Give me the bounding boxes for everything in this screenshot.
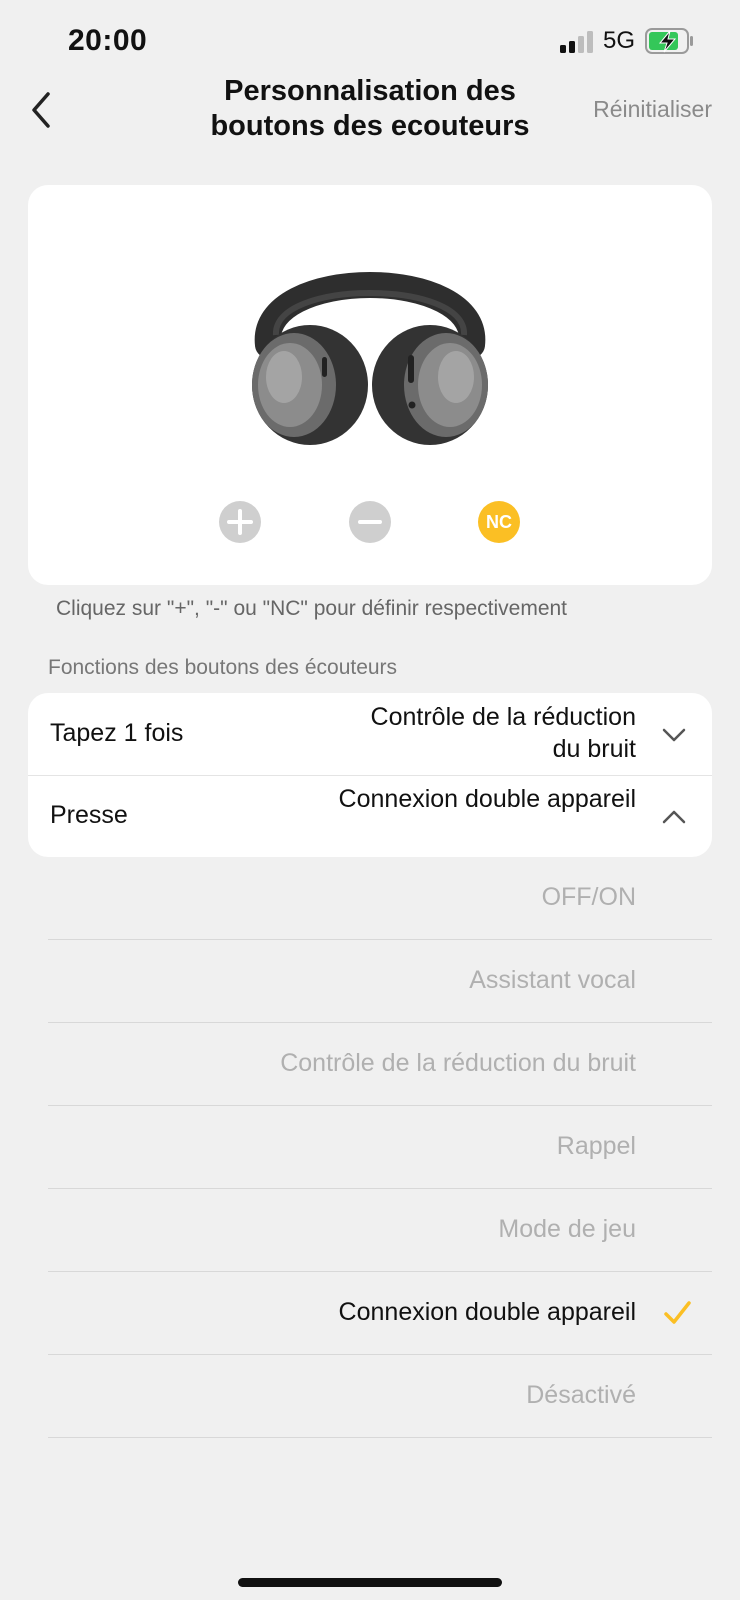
option-disabled[interactable]: Désactivé xyxy=(48,1355,712,1438)
option-noise-control[interactable]: Contrôle de la réduction du bruit xyxy=(48,1023,712,1106)
signal-bars-icon xyxy=(560,31,593,53)
option-game-mode[interactable]: Mode de jeu xyxy=(48,1189,712,1272)
function-value: Contrôle de la réduction du bruit xyxy=(370,703,636,763)
function-name: Presse xyxy=(50,801,128,829)
chevron-up-icon xyxy=(662,810,686,824)
function-name: Tapez 1 fois xyxy=(50,719,184,747)
page-title: Personnalisation des boutons des ecouteu… xyxy=(210,75,530,142)
function-row-tap-once[interactable]: Tapez 1 fois Contrôle de la réduction du… xyxy=(28,693,712,776)
option-label: Contrôle de la réduction du bruit xyxy=(280,1049,636,1077)
product-card: NC xyxy=(28,185,712,585)
option-label: Assistant vocal xyxy=(469,966,636,994)
option-dual-device[interactable]: Connexion double appareil xyxy=(48,1272,712,1355)
options-list: OFF/ON Assistant vocal Contrôle de la ré… xyxy=(48,857,712,1438)
section-label: Fonctions des boutons des écouteurs xyxy=(48,656,398,679)
option-label: Mode de jeu xyxy=(498,1215,636,1243)
home-indicator xyxy=(238,1578,502,1587)
status-time: 20:00 xyxy=(68,24,148,57)
chevron-down-icon xyxy=(662,728,686,742)
battery-charging-icon xyxy=(645,28,693,54)
plus-icon xyxy=(227,509,253,535)
nc-button[interactable]: NC xyxy=(478,501,520,543)
function-value: Connexion double appareil xyxy=(338,785,636,813)
hint-text: Cliquez sur "+", "-" ou "NC" pour défini… xyxy=(56,597,568,620)
nav-bar: Personnalisation des boutons des ecouteu… xyxy=(0,70,740,150)
headphones-image xyxy=(252,272,488,445)
option-label: Connexion double appareil xyxy=(338,1298,636,1326)
reset-button[interactable]: Réinitialiser xyxy=(593,96,712,123)
back-chevron-icon[interactable] xyxy=(24,88,60,132)
checkmark-icon xyxy=(664,1301,691,1324)
option-off-on[interactable]: OFF/ON xyxy=(48,857,712,940)
option-label: Rappel xyxy=(556,1132,636,1160)
plus-button[interactable] xyxy=(219,501,261,543)
functions-card: Tapez 1 fois Contrôle de la réduction du… xyxy=(28,693,712,857)
option-label: OFF/ON xyxy=(541,883,636,911)
minus-button[interactable] xyxy=(349,501,391,543)
option-label: Désactivé xyxy=(526,1381,636,1409)
option-recall[interactable]: Rappel xyxy=(48,1106,712,1189)
function-row-press[interactable]: Presse Connexion double appareil xyxy=(28,775,712,857)
minus-icon xyxy=(358,520,382,524)
network-label: 5G xyxy=(603,27,636,54)
option-voice-assistant[interactable]: Assistant vocal xyxy=(48,940,712,1023)
